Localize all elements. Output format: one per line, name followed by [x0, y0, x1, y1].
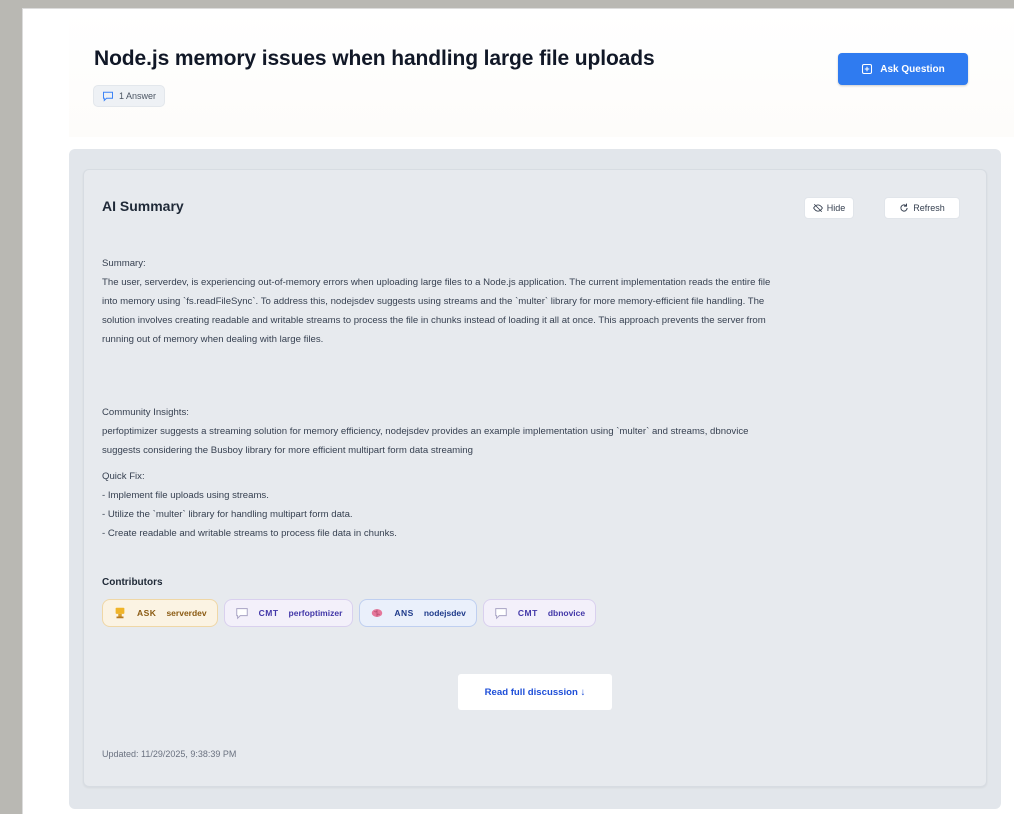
- contributor-name: perfoptimizer: [288, 608, 343, 618]
- plus-square-icon: [862, 63, 873, 75]
- ask-question-label: Ask Question: [880, 63, 945, 75]
- quickfix-line: - Create readable and writable streams t…: [102, 528, 397, 539]
- summary-line: into memory using `fs.readFileSync`. To …: [102, 296, 765, 307]
- contributor-role: ASK: [137, 608, 157, 618]
- comment-icon: [103, 91, 113, 102]
- speech-bubble-icon: [495, 608, 507, 620]
- brain-icon: [372, 609, 383, 617]
- refresh-label: Refresh: [913, 203, 945, 213]
- updated-timestamp: Updated: 11/29/2025, 9:38:39 PM: [102, 749, 237, 759]
- insights-heading: Community Insights:: [102, 407, 189, 418]
- contributors-list: ASK serverdev CMT perfoptimizer ANS node…: [102, 599, 597, 627]
- contributor-chip-dbnovice[interactable]: CMT dbnovice: [482, 599, 597, 627]
- read-full-discussion-button[interactable]: Read full discussion ↓: [458, 674, 612, 710]
- app-window: Node.js memory issues when handling larg…: [22, 8, 1014, 814]
- contributor-role: CMT: [258, 608, 279, 618]
- summary-line: running out of memory when dealing with …: [102, 334, 324, 345]
- summary-line: The user, serverdev, is experiencing out…: [102, 277, 771, 288]
- hide-button[interactable]: Hide: [804, 197, 854, 219]
- summary-panel: AI Summary Hide Refresh Summary: The use…: [69, 149, 1001, 809]
- summary-heading: Summary:: [102, 258, 146, 269]
- ai-summary-title: AI Summary: [102, 198, 184, 214]
- contributor-chip-nodejsdev[interactable]: ANS nodejsdev: [359, 599, 477, 627]
- eye-off-icon: [812, 203, 823, 213]
- community-insights-section: Community Insights: perfoptimizer sugges…: [102, 403, 974, 460]
- refresh-icon: [900, 203, 908, 212]
- contributor-name: dbnovice: [547, 608, 586, 618]
- question-header: Node.js memory issues when handling larg…: [69, 9, 1014, 137]
- contributors-heading: Contributors: [102, 577, 163, 588]
- quick-fix-section: Quick Fix: - Implement file uploads usin…: [102, 467, 974, 543]
- summary-line: solution involves creating readable and …: [102, 315, 766, 326]
- quickfix-line: - Utilize the `multer` library for handl…: [102, 509, 353, 520]
- speech-bubble-icon: [235, 608, 248, 620]
- insights-line: suggests considering the Busboy library …: [102, 445, 473, 456]
- refresh-button[interactable]: Refresh: [884, 197, 960, 219]
- insights-line: perfoptimizer suggests a streaming solut…: [102, 426, 749, 437]
- ai-summary-card: AI Summary Hide Refresh Summary: The use…: [83, 169, 987, 787]
- contributor-role: CMT: [517, 608, 538, 618]
- ask-question-button[interactable]: Ask Question: [838, 53, 968, 85]
- contributor-chip-serverdev[interactable]: ASK serverdev: [102, 599, 218, 627]
- trophy-icon: [115, 607, 125, 619]
- page-title: Node.js memory issues when handling larg…: [94, 47, 655, 70]
- contributor-chip-perfoptimizer[interactable]: CMT perfoptimizer: [223, 599, 354, 627]
- contributor-name: nodejsdev: [423, 608, 466, 618]
- summary-section: Summary: The user, serverdev, is experie…: [102, 254, 974, 349]
- hide-label: Hide: [826, 203, 846, 213]
- quickfix-heading: Quick Fix:: [102, 471, 145, 482]
- answers-badge[interactable]: 1 Answer: [93, 85, 166, 107]
- quickfix-line: - Implement file uploads using streams.: [102, 490, 269, 501]
- answers-count-label: 1 Answer: [119, 91, 157, 101]
- contributor-role: ANS: [394, 608, 414, 618]
- contributor-name: serverdev: [166, 608, 207, 618]
